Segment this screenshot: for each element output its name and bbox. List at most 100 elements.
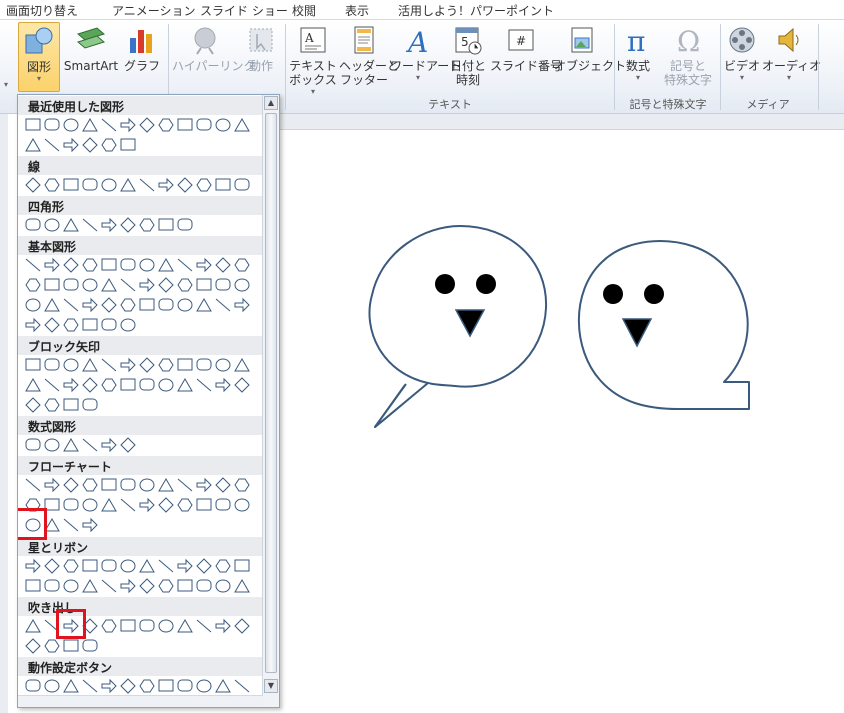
gallery-shape-icon[interactable]	[158, 177, 174, 193]
gallery-resize-grip[interactable]	[18, 695, 263, 707]
gallery-shape-icon[interactable]	[215, 358, 231, 372]
gallery-shape-icon[interactable]	[25, 317, 41, 333]
gallery-shape-icon[interactable]	[196, 378, 212, 392]
gallery-shape-icon[interactable]	[215, 579, 231, 593]
gallery-shape-icon[interactable]	[63, 559, 79, 573]
scroll-down-icon[interactable]: ▼	[264, 679, 278, 693]
gallery-shape-icon[interactable]	[82, 438, 98, 452]
gallery-shape-icon[interactable]	[139, 578, 155, 594]
gallery-shape-icon[interactable]	[120, 619, 136, 632]
gallery-shape-icon[interactable]	[158, 679, 174, 692]
gallery-shape-icon[interactable]	[82, 478, 98, 492]
gallery-shape-icon[interactable]	[63, 358, 79, 372]
gallery-shape-icon[interactable]	[63, 318, 79, 332]
gallery-shape-icon[interactable]	[139, 277, 155, 293]
gallery-shape-icon[interactable]	[63, 679, 79, 693]
gallery-shape-icon[interactable]	[101, 437, 117, 453]
gallery-shape-icon[interactable]	[234, 377, 250, 393]
gallery-shape-icon[interactable]	[120, 678, 136, 694]
gallery-shape-icon[interactable]	[82, 579, 98, 593]
gallery-shape-icon[interactable]	[196, 358, 212, 371]
gallery-shape-icon[interactable]	[44, 378, 60, 392]
gallery-shape-icon[interactable]	[25, 258, 41, 272]
gallery-shape-icon[interactable]	[101, 118, 117, 132]
gallery-shape-icon[interactable]	[82, 137, 98, 153]
gallery-shape-icon[interactable]	[25, 679, 41, 692]
gallery-shape-icon[interactable]	[63, 639, 79, 652]
gallery-shape-icon[interactable]	[82, 178, 98, 191]
gallery-shape-icon[interactable]	[25, 397, 41, 413]
gallery-shape-icon[interactable]	[120, 478, 136, 491]
gallery-shape-icon[interactable]	[63, 278, 79, 291]
gallery-shape-icon[interactable]	[101, 217, 117, 233]
gallery-shape-icon[interactable]	[120, 357, 136, 373]
gallery-shape-icon[interactable]	[215, 298, 231, 312]
gallery-shape-icon[interactable]	[82, 358, 98, 372]
gallery-shape-icon[interactable]	[44, 398, 60, 412]
gallery-shape-icon[interactable]	[101, 478, 117, 491]
gallery-shape-icon[interactable]	[139, 178, 155, 192]
gallery-shape-icon[interactable]	[234, 278, 250, 292]
gallery-shape-icon[interactable]	[139, 218, 155, 232]
gallery-shape-icon[interactable]	[44, 579, 60, 592]
gallery-shape-icon[interactable]	[82, 218, 98, 232]
gallery-shape-icon[interactable]	[196, 679, 212, 693]
gallery-shape-icon[interactable]	[177, 478, 193, 492]
gallery-shape-icon[interactable]	[63, 218, 79, 232]
gallery-shape-icon[interactable]	[44, 257, 60, 273]
gallery-shape-icon[interactable]	[44, 317, 60, 333]
gallery-shape-icon[interactable]	[120, 138, 136, 151]
gallery-shape-icon[interactable]	[25, 478, 41, 492]
gallery-shape-icon[interactable]	[177, 579, 193, 592]
gallery-shape-icon[interactable]	[139, 679, 155, 693]
gallery-shape-icon[interactable]	[177, 258, 193, 272]
gallery-shape-icon[interactable]	[158, 579, 174, 593]
gallery-shape-icon[interactable]	[44, 358, 60, 371]
gallery-shape-icon[interactable]	[120, 559, 136, 573]
gallery-shape-icon[interactable]	[63, 298, 79, 312]
gallery-shape-icon[interactable]	[82, 559, 98, 572]
rounded-callout-right[interactable]	[577, 240, 750, 410]
gallery-shape-icon[interactable]	[196, 619, 212, 633]
gallery-scrollbar[interactable]: ▲ ▼	[262, 95, 279, 707]
gallery-shape-icon[interactable]	[25, 619, 41, 633]
gallery-shape-icon[interactable]	[196, 498, 212, 511]
gallery-shape-icon[interactable]	[120, 278, 136, 292]
gallery-shape-icon[interactable]	[82, 118, 98, 132]
gallery-shape-icon[interactable]	[101, 258, 117, 271]
gallery-shape-icon[interactable]	[44, 298, 60, 312]
gallery-shape-icon[interactable]	[196, 477, 212, 493]
gallery-shape-icon[interactable]	[158, 378, 174, 392]
gallery-shape-icon[interactable]	[215, 679, 231, 693]
gallery-shape-icon[interactable]	[63, 398, 79, 411]
gallery-shape-icon[interactable]	[177, 378, 193, 392]
gallery-shape-icon[interactable]	[82, 679, 98, 693]
gallery-shape-icon[interactable]	[158, 559, 174, 573]
gallery-shape-icon[interactable]	[234, 478, 250, 492]
gallery-shape-icon[interactable]	[215, 377, 231, 393]
gallery-shape-icon[interactable]	[25, 177, 41, 193]
gallery-shape-icon[interactable]	[63, 518, 79, 532]
gallery-shape-icon[interactable]	[44, 558, 60, 574]
gallery-shape-icon[interactable]	[25, 278, 41, 292]
gallery-shape-icon[interactable]	[215, 559, 231, 573]
gallery-shape-icon[interactable]	[63, 438, 79, 452]
gallery-shape-icon[interactable]	[139, 357, 155, 373]
gallery-shape-icon[interactable]	[177, 218, 193, 231]
scroll-up-icon[interactable]: ▲	[264, 96, 278, 110]
gallery-shape-icon[interactable]	[44, 218, 60, 232]
gallery-shape-icon[interactable]	[101, 559, 117, 572]
gallery-shape-icon[interactable]	[139, 258, 155, 272]
gallery-shape-icon[interactable]	[234, 679, 250, 693]
gallery-shape-icon[interactable]	[158, 619, 174, 633]
gallery-shape-icon[interactable]	[177, 498, 193, 512]
gallery-shape-icon[interactable]	[82, 517, 98, 533]
gallery-shape-icon[interactable]	[215, 477, 231, 493]
gallery-shape-icon[interactable]	[196, 178, 212, 192]
shapes-gallery[interactable]: 最近使用した図形 線 四角形 基本図形 ブロック矢印 数式図形 フローチャート …	[17, 94, 280, 708]
gallery-shape-icon[interactable]	[25, 218, 41, 231]
gallery-shape-icon[interactable]	[101, 678, 117, 694]
gallery-shape-icon[interactable]	[25, 438, 41, 451]
gallery-shape-icon[interactable]	[82, 318, 98, 331]
gallery-shape-icon[interactable]	[82, 639, 98, 652]
